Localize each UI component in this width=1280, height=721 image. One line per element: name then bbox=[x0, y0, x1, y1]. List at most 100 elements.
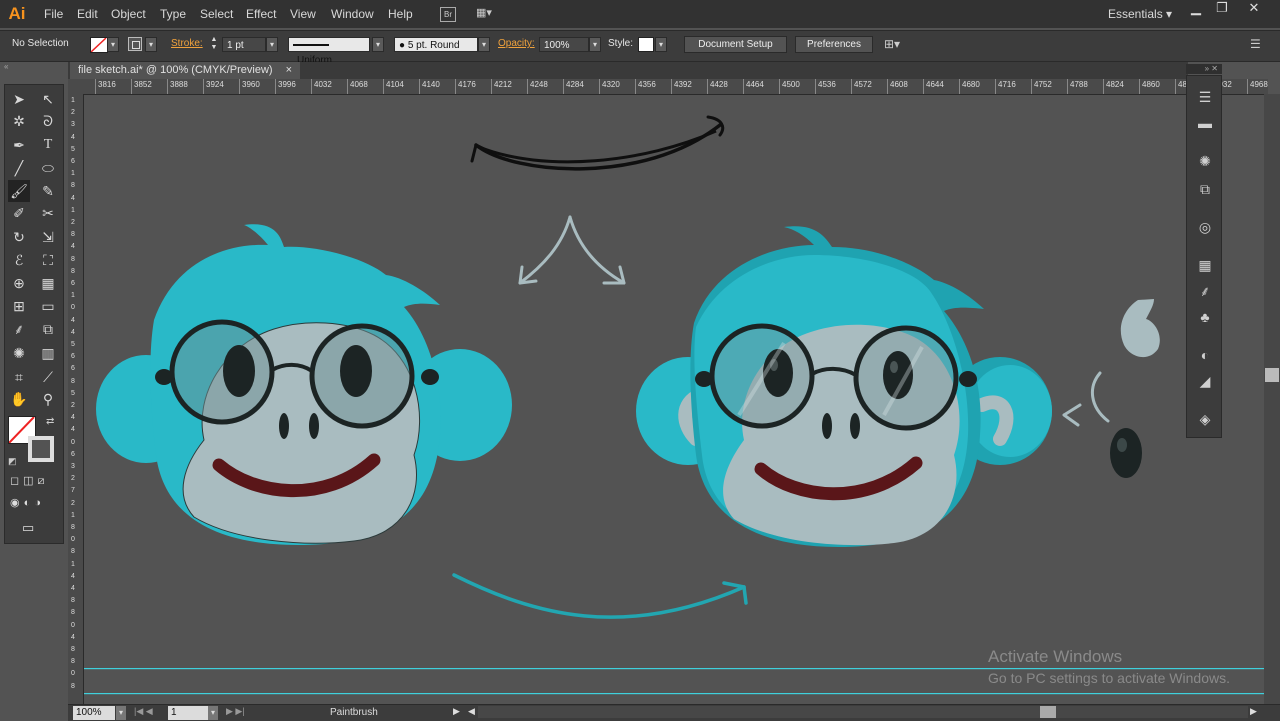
scissors-tool-icon[interactable]: ✂ bbox=[37, 202, 59, 224]
menu-effect[interactable]: Effect bbox=[246, 0, 276, 28]
lasso-tool-icon[interactable]: ᘐ bbox=[37, 110, 59, 132]
menu-help[interactable]: Help bbox=[388, 0, 413, 28]
stroke-weight-dropdown-icon[interactable]: ▾ bbox=[266, 37, 278, 52]
paintbrush-tool-icon[interactable]: 🖌 bbox=[8, 180, 30, 202]
rotate-tool-icon[interactable]: ↻ bbox=[8, 226, 30, 248]
menu-edit[interactable]: Edit bbox=[77, 0, 98, 28]
collapse-tools-icon[interactable]: « bbox=[4, 63, 64, 71]
close-tab-icon[interactable]: × bbox=[286, 64, 292, 76]
shape-builder-tool-icon[interactable]: ⊕ bbox=[8, 272, 30, 294]
bridge-icon[interactable]: Br bbox=[440, 7, 456, 22]
arrange-icon[interactable]: ⊞▾ bbox=[884, 36, 914, 52]
artboard-tool-icon[interactable]: ⌗ bbox=[8, 366, 30, 388]
symbols-icon[interactable]: ♣ bbox=[1196, 308, 1214, 326]
panel-menu-icon[interactable]: ☰ bbox=[1196, 88, 1214, 106]
blend-tool-icon[interactable]: ⧉ bbox=[37, 318, 59, 340]
transparency-icon[interactable]: ⧉ bbox=[1196, 180, 1214, 198]
horizontal-scroll-thumb[interactable] bbox=[1040, 706, 1056, 718]
artboard-number-field[interactable]: 1 bbox=[168, 706, 208, 720]
pen-tool-icon[interactable]: ✒ bbox=[8, 134, 30, 156]
color-guide-icon[interactable]: ✺ bbox=[1196, 152, 1214, 170]
profile-dropdown-icon[interactable]: ▾ bbox=[372, 37, 384, 52]
stroke-color-swatch[interactable] bbox=[28, 436, 54, 462]
hand-tool-icon[interactable]: ✋ bbox=[8, 388, 30, 410]
opacity-label[interactable]: Opacity: bbox=[498, 38, 535, 49]
magic-wand-tool-icon[interactable]: ✲ bbox=[8, 110, 30, 132]
vertical-ruler[interactable]: 1234561841284886104456685244063272180814… bbox=[68, 79, 84, 704]
free-transform-tool-icon[interactable]: ⛶ bbox=[37, 249, 59, 271]
screen-mode-icon[interactable]: ▭ bbox=[22, 520, 34, 536]
dock-header[interactable]: » ✕ bbox=[1186, 64, 1222, 74]
zoom-dropdown-icon[interactable]: ▾ bbox=[116, 706, 126, 720]
brush-dropdown-icon[interactable]: ▾ bbox=[478, 37, 490, 52]
zoom-field[interactable]: 100% bbox=[73, 706, 115, 720]
perspective-grid-tool-icon[interactable]: ▦ bbox=[37, 272, 59, 294]
menu-object[interactable]: Object bbox=[111, 0, 146, 28]
artboard-canvas[interactable] bbox=[84, 95, 1264, 704]
gradient-icon[interactable]: ◢ bbox=[1196, 372, 1214, 390]
symbol-sprayer-tool-icon[interactable]: ✺ bbox=[8, 342, 30, 364]
color-panel-icon[interactable]: ▬ bbox=[1196, 114, 1214, 132]
variable-width-profile[interactable]: Uniform bbox=[288, 37, 370, 66]
style-dropdown-icon[interactable]: ▾ bbox=[655, 37, 667, 52]
arrange-documents-icon[interactable]: ▦▾ bbox=[476, 7, 498, 20]
stroke-weight-field[interactable]: 1 pt bbox=[222, 37, 266, 52]
monkey-final[interactable] bbox=[636, 226, 1052, 547]
pencil-tool-icon[interactable]: ✎ bbox=[37, 180, 59, 202]
stroke-label[interactable]: Stroke: bbox=[171, 38, 203, 49]
default-colors-icon[interactable]: ◩ bbox=[8, 456, 17, 467]
layers-icon[interactable]: ◈ bbox=[1196, 410, 1214, 428]
menu-type[interactable]: Type bbox=[160, 0, 186, 28]
vertical-scroll-thumb[interactable] bbox=[1265, 368, 1279, 382]
menu-window[interactable]: Window bbox=[331, 0, 374, 28]
scale-tool-icon[interactable]: ⇲ bbox=[37, 226, 59, 248]
panel-menu-icon[interactable]: ☰ bbox=[1250, 36, 1266, 52]
menu-file[interactable]: File bbox=[44, 0, 63, 28]
brushes-icon[interactable]: ⸙ bbox=[1196, 282, 1214, 300]
preferences-button[interactable]: Preferences bbox=[795, 36, 873, 53]
close-window-icon[interactable]: ✕ bbox=[1240, 0, 1268, 16]
zoom-tool-icon[interactable]: ⚲ bbox=[37, 388, 59, 410]
restore-icon[interactable]: ❐ bbox=[1208, 0, 1236, 16]
document-setup-button[interactable]: Document Setup bbox=[684, 36, 787, 53]
graphic-style-swatch[interactable] bbox=[638, 37, 654, 52]
opacity-field[interactable]: 100% bbox=[539, 37, 589, 52]
minimize-icon[interactable]: ▁ bbox=[1182, 0, 1210, 16]
gradient-tool-icon[interactable]: ▭ bbox=[37, 295, 59, 317]
status-menu-icon[interactable]: ▶ bbox=[453, 706, 460, 717]
stroke-stepper-icon[interactable]: ▲ ▼ bbox=[208, 36, 220, 52]
color-mode-icons[interactable]: ◻◫⧄ bbox=[10, 474, 60, 488]
selection-tool-icon[interactable]: ➤ bbox=[8, 88, 30, 110]
appearance-icon[interactable]: ◎ bbox=[1196, 218, 1214, 236]
artboard-dropdown-icon[interactable]: ▾ bbox=[208, 706, 218, 720]
line-tool-icon[interactable]: ╱ bbox=[8, 157, 30, 179]
document-tab[interactable]: file sketch.ai* @ 100% (CMYK/Preview) × bbox=[70, 62, 301, 79]
stroke-swatch[interactable] bbox=[128, 37, 142, 51]
horizontal-scrollbar[interactable] bbox=[478, 706, 1248, 718]
opacity-dropdown-icon[interactable]: ▾ bbox=[589, 37, 601, 52]
parts-cluster[interactable] bbox=[1062, 299, 1160, 478]
horizontal-ruler[interactable]: 3816 3852 3888 3924 3960 3996 4032 4068 4104 4140… bbox=[84, 79, 1268, 95]
column-graph-tool-icon[interactable]: ▥ bbox=[37, 342, 59, 364]
swap-colors-icon[interactable]: ⇄ bbox=[46, 416, 54, 427]
mesh-tool-icon[interactable]: ⊞ bbox=[8, 295, 30, 317]
blob-brush-tool-icon[interactable]: ✐ bbox=[8, 202, 30, 224]
vertical-scrollbar[interactable] bbox=[1264, 94, 1280, 704]
direct-selection-tool-icon[interactable]: ↖ bbox=[37, 88, 59, 110]
first-artboard-icon[interactable]: |◀ ◀ bbox=[134, 706, 153, 717]
warp-tool-icon[interactable]: ℰ bbox=[8, 249, 30, 271]
monkey-sketch[interactable] bbox=[96, 224, 512, 546]
smile-sketch[interactable] bbox=[470, 115, 725, 171]
eyedropper-tool-icon[interactable]: ⸙ bbox=[8, 318, 30, 340]
scroll-left-icon[interactable]: ◀ bbox=[468, 706, 475, 717]
ruler-origin[interactable] bbox=[68, 79, 84, 94]
draw-mode-icons[interactable]: ◉◐◑ bbox=[10, 496, 60, 510]
type-tool-icon[interactable]: T bbox=[37, 134, 59, 156]
fill-swatch[interactable] bbox=[90, 37, 108, 53]
split-arrows[interactable] bbox=[518, 215, 626, 285]
ellipse-tool-icon[interactable]: ⬭ bbox=[37, 157, 59, 179]
next-artboard-icon[interactable]: ▶ ▶| bbox=[226, 706, 245, 717]
curved-arrow[interactable] bbox=[452, 573, 748, 619]
workspace-switcher[interactable]: Essentials ▾ bbox=[1108, 0, 1172, 28]
menu-view[interactable]: View bbox=[290, 0, 316, 28]
